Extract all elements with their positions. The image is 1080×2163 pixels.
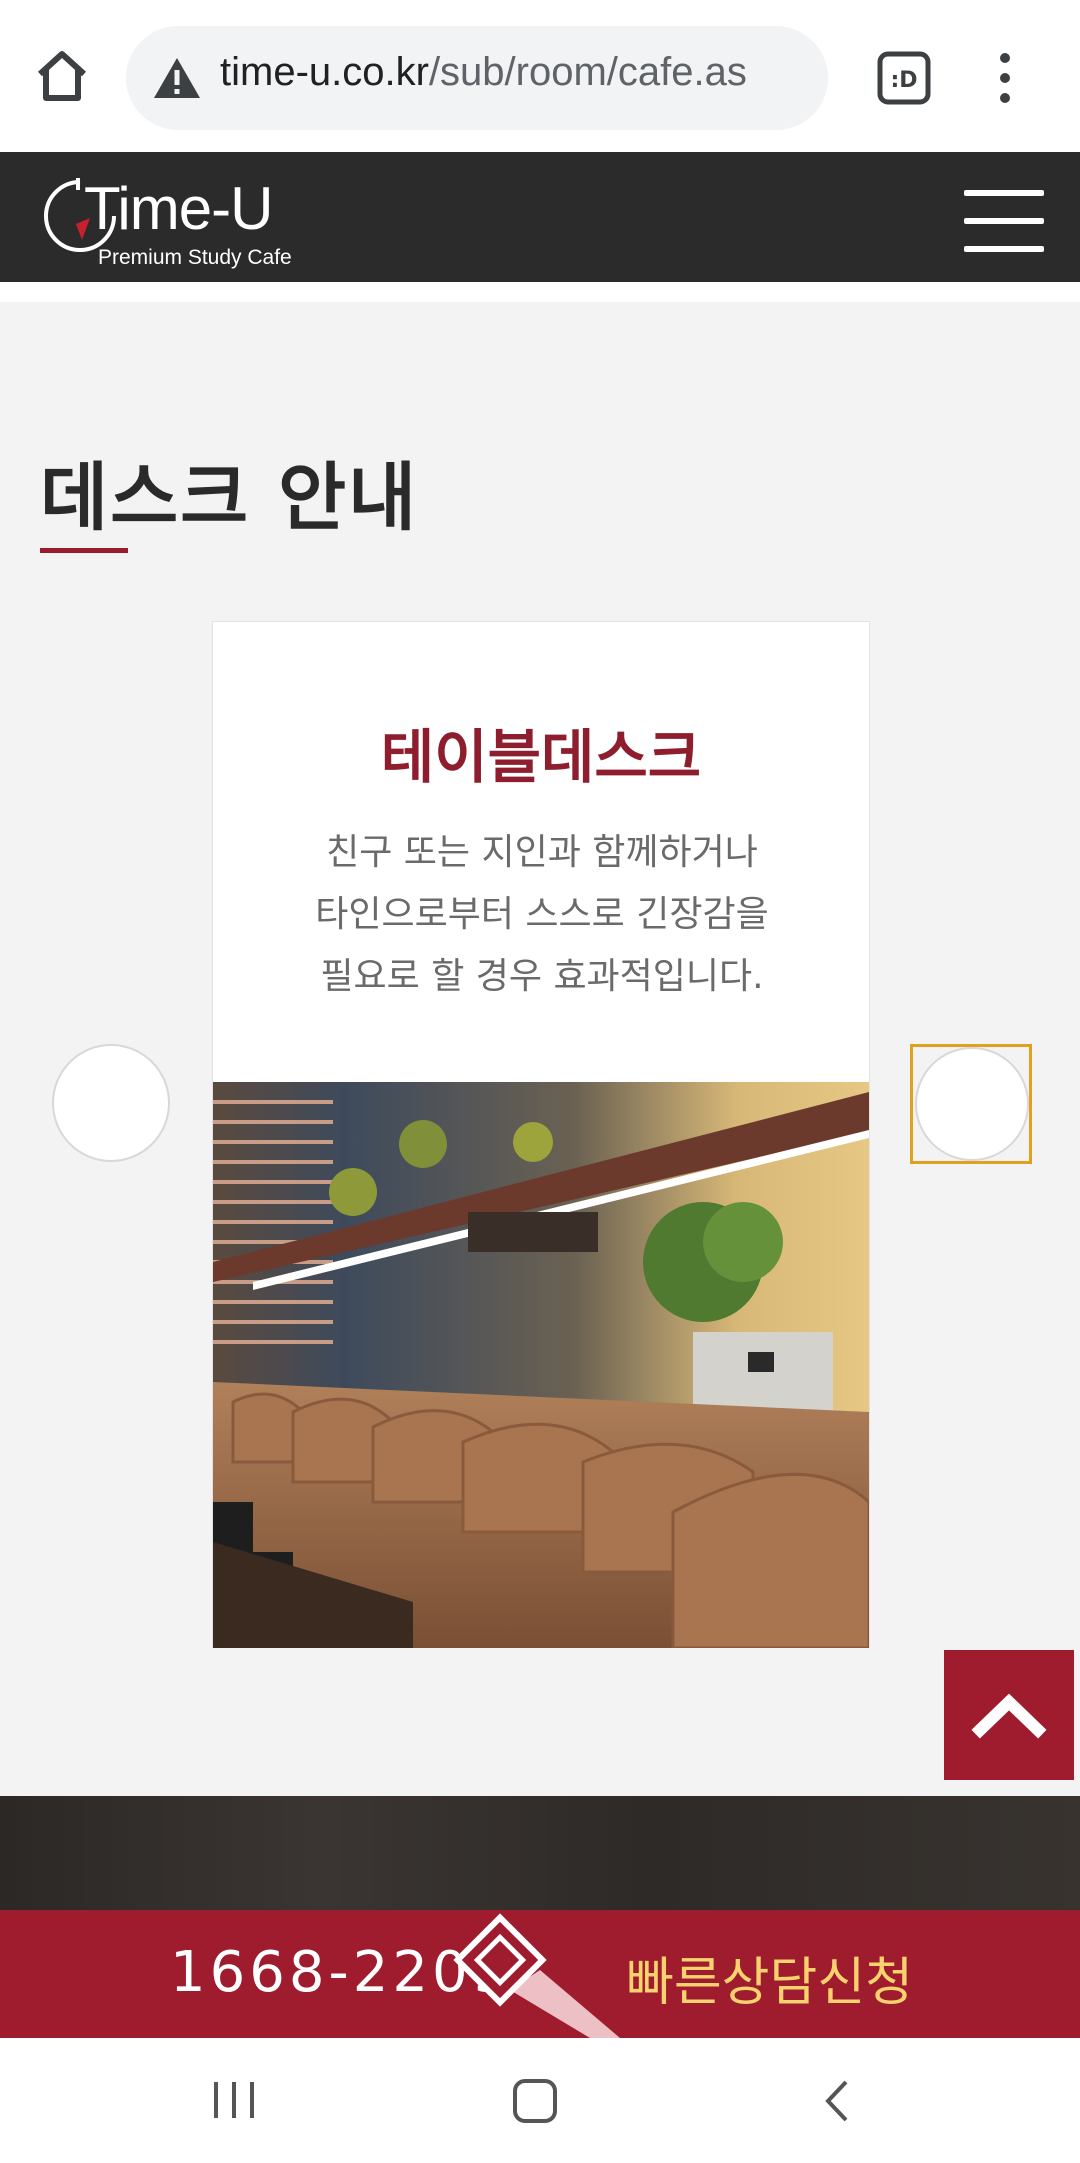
url-bar[interactable]: time-u.co.kr/sub/room/cafe.as [126, 26, 828, 130]
scroll-top-button[interactable] [944, 1650, 1074, 1780]
warning-icon[interactable] [152, 56, 202, 100]
page-title: 데스크 안내 [40, 455, 419, 541]
desk-card: 테이블데스크 친구 또는 지인과 함께하거나 타인으로부터 스스로 긴장감을 필… [212, 621, 870, 1648]
touch-hand-icon [453, 1913, 620, 2038]
url-text: time-u.co.kr/sub/room/cafe.as [220, 50, 747, 94]
consult-cta-bar[interactable]: 1668-2209 빠른상담신청 [0, 1910, 1080, 2038]
card-desc-line: 필요로 할 경우 효과적입니다. [320, 956, 764, 997]
table-desk-photo [213, 1082, 869, 1648]
chevron-up-icon [971, 1693, 1047, 1739]
slider-next-focus-ring[interactable] [910, 1044, 1032, 1164]
title-underline [40, 548, 128, 553]
more-options-icon[interactable] [990, 50, 1020, 106]
card-desc-line: 친구 또는 지인과 함께하거나 [326, 832, 758, 873]
slider-next-button[interactable] [915, 1047, 1029, 1161]
home-nav-icon[interactable] [512, 2078, 558, 2124]
tab-switcher-icon[interactable]: :D [876, 50, 932, 106]
footer-background [0, 1796, 1080, 1910]
site-logo[interactable]: Time-U Premium Study Cafe [40, 174, 320, 274]
home-icon[interactable] [30, 44, 94, 108]
header-divider [0, 282, 1080, 302]
browser-toolbar: time-u.co.kr/sub/room/cafe.as :D [0, 0, 1080, 152]
slider-prev-button[interactable] [52, 1044, 170, 1162]
back-icon[interactable] [822, 2078, 852, 2124]
hamburger-menu-icon[interactable] [964, 190, 1044, 252]
site-header: Time-U Premium Study Cafe [0, 152, 1080, 282]
cta-consult-label[interactable]: 빠른상담신청 [626, 1940, 913, 2015]
recent-apps-icon[interactable] [212, 2080, 256, 2120]
card-description: 친구 또는 지인과 함께하거나 타인으로부터 스스로 긴장감을 필요로 할 경우… [253, 822, 831, 1008]
logo-subtitle: Premium Study Cafe [98, 246, 292, 269]
system-nav-bar [0, 2038, 1080, 2163]
logo-text: Time-U [84, 175, 273, 242]
card-desc-line: 타인으로부터 스스로 긴장감을 [315, 894, 769, 935]
svg-text::D: :D [890, 68, 917, 93]
card-title: 테이블데스크 [380, 723, 702, 791]
